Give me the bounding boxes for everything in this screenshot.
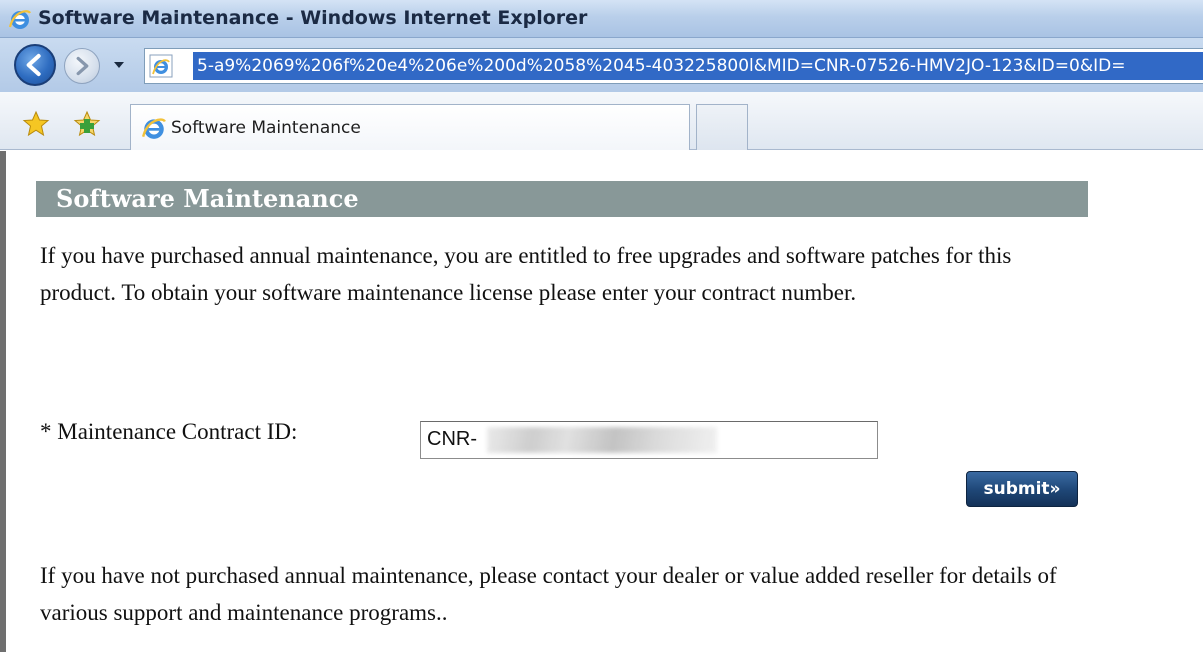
tab-software-maintenance[interactable]: Software Maintenance — [130, 104, 690, 150]
window-title: Software Maintenance - Windows Internet … — [38, 7, 588, 29]
back-button[interactable] — [14, 44, 56, 86]
page-content: Software Maintenance If you have purchas… — [0, 151, 1203, 652]
url-text[interactable]: 5-a9%2069%206f%20e4%206e%200d%2058%2045-… — [193, 52, 1203, 80]
section-header: Software Maintenance — [36, 181, 1088, 217]
contract-id-value: CNR- — [427, 428, 477, 450]
new-tab-button[interactable] — [696, 104, 748, 150]
address-bar[interactable]: 5-a9%2069%206f%20e4%206e%200d%2058%2045-… — [144, 48, 1203, 84]
forward-arrow-icon — [76, 56, 89, 76]
add-favorites-icon[interactable] — [72, 110, 102, 138]
back-arrow-icon — [26, 53, 41, 77]
intro-text: If you have purchased annual maintenance… — [40, 243, 1012, 305]
window-titlebar: Software Maintenance - Windows Internet … — [0, 0, 1203, 38]
forward-button[interactable] — [64, 48, 100, 84]
footer-text: If you have not purchased annual mainten… — [40, 563, 1057, 625]
tab-bar: Software Maintenance — [0, 92, 1203, 150]
contract-id-input[interactable]: CNR- — [420, 421, 878, 459]
submit-button[interactable]: submit» — [966, 471, 1078, 507]
contract-id-label: * Maintenance Contract ID: — [40, 419, 298, 444]
ie-logo-icon — [142, 118, 166, 139]
ie-logo-icon — [8, 10, 31, 29]
tab-label: Software Maintenance — [171, 118, 361, 138]
redacted-value — [487, 427, 717, 453]
navigation-bar: 5-a9%2069%206f%20e4%206e%200d%2058%2045-… — [0, 38, 1203, 92]
favorites-star-icon[interactable] — [22, 110, 50, 138]
page-ie-icon — [149, 54, 173, 78]
page-title: Software Maintenance — [56, 184, 359, 213]
history-dropdown-icon[interactable] — [112, 58, 126, 72]
